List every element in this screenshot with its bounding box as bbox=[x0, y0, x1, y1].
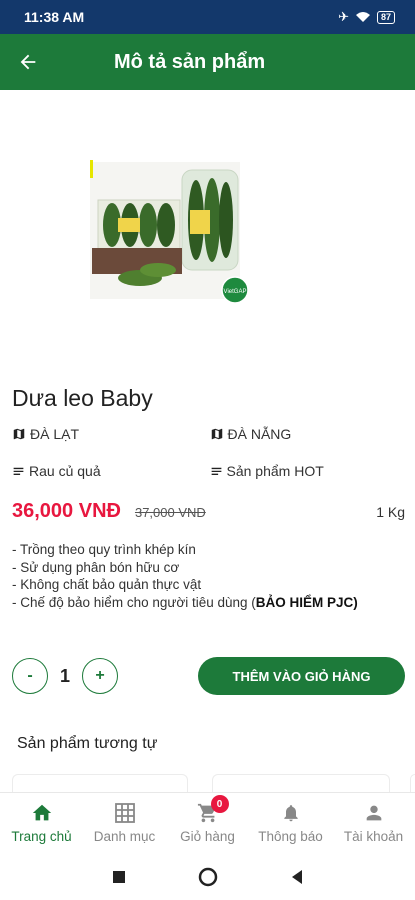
map-icon bbox=[13, 428, 25, 440]
quantity-value: 1 bbox=[59, 665, 70, 686]
product-description: - Trồng theo quy trình khép kín - Sử dụn… bbox=[12, 541, 405, 611]
similar-product-card[interactable] bbox=[12, 774, 188, 794]
bottom-nav: Trang chủ Danh mục 0 Giỏ hàng Thông báo bbox=[0, 792, 415, 854]
nav-label: Thông báo bbox=[258, 829, 323, 844]
similar-product-card[interactable] bbox=[212, 774, 390, 794]
list-icon bbox=[211, 467, 221, 475]
tag-label: Sản phẩm HOT bbox=[226, 463, 324, 479]
battery-level: 87 bbox=[380, 11, 391, 22]
increase-quantity-button[interactable]: + bbox=[82, 658, 118, 694]
nav-label: Tài khoản bbox=[343, 829, 404, 844]
add-to-cart-button[interactable]: THÊM VÀO GIỎ HÀNG bbox=[198, 657, 405, 695]
description-line: - Sử dụng phân bón hữu cơ bbox=[12, 559, 180, 575]
system-nav-bar bbox=[0, 854, 415, 900]
status-bar: 11:38 AM ✈ 87 bbox=[0, 0, 415, 34]
description-line: - Không chất bảo quản thực vật bbox=[12, 577, 202, 592]
nav-item-categories[interactable]: Danh mục bbox=[83, 793, 166, 854]
arrow-left-icon bbox=[20, 54, 36, 70]
home-circle-icon[interactable] bbox=[198, 867, 218, 887]
status-icons: ✈ 87 bbox=[338, 9, 395, 25]
nav-label: Danh mục bbox=[93, 829, 156, 844]
nav-icon-wrap: 0 bbox=[197, 795, 229, 825]
unit: 1 Kg bbox=[376, 504, 405, 520]
price: 36,000 VNĐ bbox=[12, 500, 121, 522]
old-price: 37,000 VNĐ bbox=[134, 505, 206, 520]
bell-icon bbox=[283, 805, 298, 822]
grid-icon bbox=[114, 803, 135, 823]
nav-item-home[interactable]: Trang chủ bbox=[0, 793, 83, 854]
similar-products-title: Sản phẩm tương tự bbox=[17, 735, 158, 752]
back-triangle-icon[interactable] bbox=[290, 869, 304, 885]
list-icon bbox=[13, 467, 24, 475]
airplane-icon: ✈ bbox=[338, 9, 349, 24]
wifi-icon bbox=[355, 12, 370, 22]
description-line-text: - Chế độ bảo hiểm cho người tiêu dùng ( bbox=[12, 594, 256, 610]
nav-icon-wrap bbox=[281, 801, 301, 825]
battery-icon: 87 bbox=[376, 10, 395, 24]
page-title: Mô tả sản phẩm bbox=[114, 50, 266, 73]
vietgap-badge: VietGAP bbox=[224, 289, 247, 295]
nav-icon-wrap bbox=[363, 801, 385, 825]
insurance-label: BẢO HIỂM PJC) bbox=[255, 594, 358, 610]
nav-label: Trang chủ bbox=[11, 829, 72, 844]
status-time: 11:38 AM bbox=[24, 9, 85, 25]
category-label: Rau củ quả bbox=[29, 463, 101, 479]
nav-label: Giỏ hàng bbox=[180, 829, 235, 844]
app-bar: Mô tả sản phẩm bbox=[0, 34, 415, 90]
price-row: 36,000 VNĐ 37,000 VNĐ 1 Kg bbox=[12, 500, 405, 523]
category-row: Rau củ quả Sản phẩm HOT bbox=[12, 463, 407, 479]
description-line: - Trồng theo quy trình khép kín bbox=[12, 542, 196, 557]
destination-label: ĐÀ NẴNG bbox=[227, 426, 292, 442]
nav-item-cart[interactable]: 0 Giỏ hàng bbox=[166, 793, 249, 854]
user-icon bbox=[366, 805, 381, 821]
product-name: Dưa leo Baby bbox=[12, 385, 153, 411]
quantity-row: - 1 + THÊM VÀO GIỎ HÀNG bbox=[12, 656, 405, 696]
nav-icon-wrap bbox=[114, 801, 135, 825]
decrease-quantity-button[interactable]: - bbox=[12, 658, 48, 694]
recents-icon[interactable] bbox=[112, 870, 126, 884]
back-button[interactable] bbox=[0, 34, 56, 90]
similar-product-card[interactable] bbox=[410, 774, 415, 794]
description-line: - Chế độ bảo hiểm cho người tiêu dùng (B… bbox=[12, 594, 405, 612]
nav-item-notifications[interactable]: Thông báo bbox=[249, 793, 332, 854]
nav-item-account[interactable]: Tài khoản bbox=[332, 793, 415, 854]
destination: ĐÀ NẴNG bbox=[210, 426, 408, 442]
cart-count-badge: 0 bbox=[210, 795, 229, 813]
location-row: ĐÀ LẠT ĐÀ NẴNG bbox=[12, 426, 407, 442]
origin: ĐÀ LẠT bbox=[12, 426, 210, 442]
product-image: VietGAP bbox=[90, 160, 250, 305]
tag: Sản phẩm HOT bbox=[210, 463, 408, 479]
category: Rau củ quả bbox=[12, 463, 210, 479]
nav-icon-wrap bbox=[31, 801, 53, 825]
origin-label: ĐÀ LẠT bbox=[30, 426, 80, 442]
home-icon bbox=[32, 804, 51, 821]
map-icon bbox=[211, 428, 222, 440]
